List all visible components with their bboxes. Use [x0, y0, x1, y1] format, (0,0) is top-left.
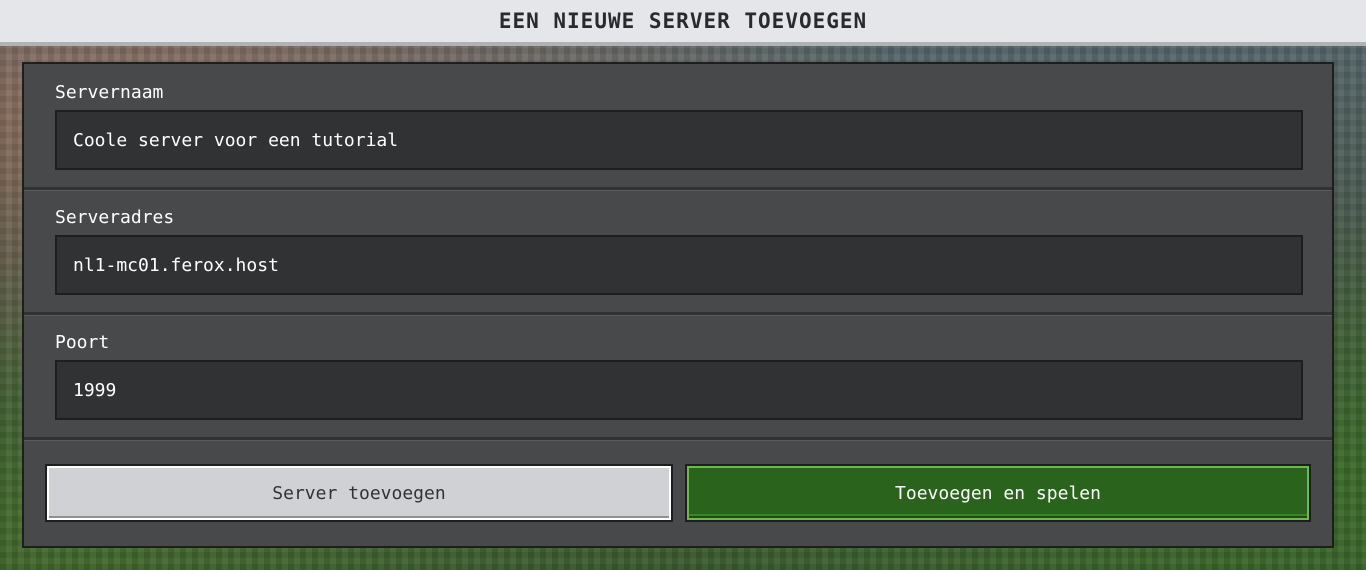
add-server-button[interactable]: Server toevoegen	[45, 464, 673, 522]
server-name-input[interactable]	[55, 110, 1303, 170]
server-address-section: Serveradres	[24, 191, 1332, 313]
port-section: Poort	[24, 316, 1332, 438]
page-title: EEN NIEUWE SERVER TOEVOEGEN	[498, 9, 868, 33]
section-divider	[24, 437, 1332, 441]
server-address-input[interactable]	[55, 235, 1303, 295]
port-input[interactable]	[55, 360, 1303, 420]
add-server-panel: Servernaam Serveradres Poort Server toev…	[22, 62, 1334, 548]
server-name-label: Servernaam	[55, 82, 164, 103]
server-address-label: Serveradres	[55, 207, 175, 228]
add-and-play-button-label: Toevoegen en spelen	[895, 482, 1101, 504]
add-and-play-button[interactable]: Toevoegen en spelen	[685, 464, 1311, 522]
port-label: Poort	[55, 332, 110, 353]
server-name-section: Servernaam	[24, 64, 1332, 188]
add-server-button-label: Server toevoegen	[272, 482, 446, 504]
title-bar: EEN NIEUWE SERVER TOEVOEGEN	[0, 0, 1366, 46]
